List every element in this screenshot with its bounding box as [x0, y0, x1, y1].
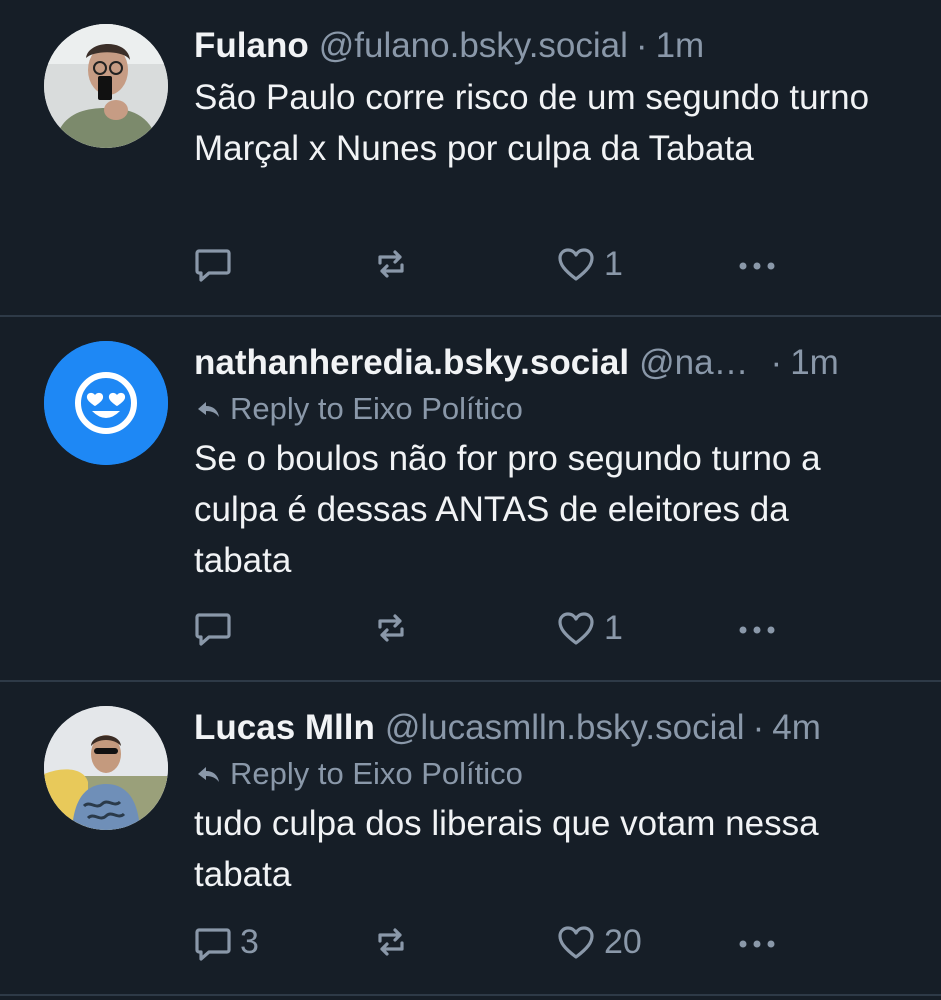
post-actions: 1: [194, 245, 794, 289]
user-photo-icon: [44, 24, 168, 148]
like-count: 1: [604, 245, 623, 283]
reply-to-label[interactable]: Reply to Eixo Político: [230, 389, 523, 429]
reply-button[interactable]: [194, 245, 240, 283]
like-count: 20: [604, 923, 642, 961]
more-options-button[interactable]: [737, 245, 777, 283]
author-name[interactable]: nathanheredia.bsky.social: [194, 341, 629, 385]
reply-context[interactable]: Reply to Eixo Político: [194, 754, 911, 794]
heart-icon: [558, 925, 594, 959]
separator-dot: ·: [770, 343, 783, 382]
post-2[interactable]: nathanheredia.bsky.social @na… · 1m Repl…: [0, 317, 941, 682]
post-time[interactable]: 1m: [656, 24, 705, 68]
like-button[interactable]: 1: [556, 609, 623, 648]
author-name[interactable]: Fulano: [194, 24, 309, 68]
like-count: 1: [604, 609, 623, 647]
comment-icon: [195, 249, 231, 282]
avatar[interactable]: [44, 24, 168, 148]
author-handle[interactable]: @lucasmlln.bsky.social: [385, 706, 745, 750]
repost-button[interactable]: [372, 609, 418, 647]
reply-count: 3: [240, 923, 259, 961]
more-dots-icon: [739, 940, 775, 948]
reply-context[interactable]: Reply to Eixo Político: [194, 389, 911, 429]
heart-icon: [558, 247, 594, 281]
heart-icon: [558, 611, 594, 645]
avatar[interactable]: [44, 341, 168, 465]
more-dots-icon: [739, 262, 775, 270]
avatar[interactable]: [44, 706, 168, 830]
reply-to-label[interactable]: Reply to Eixo Político: [230, 754, 523, 794]
post-1[interactable]: Fulano @fulano.bsky.social · 1m São Paul…: [0, 0, 941, 317]
post-actions: 1: [194, 609, 794, 653]
reply-arrow-icon: [198, 402, 219, 417]
comment-icon: [195, 613, 231, 646]
separator-dot: ·: [752, 708, 765, 747]
user-photo-icon: [44, 706, 168, 830]
reply-arrow-icon: [198, 767, 219, 782]
heart-eyes-smiley-icon: [44, 341, 168, 465]
post-text: tudo culpa dos liberais que votam nessa …: [194, 804, 819, 894]
repost-button[interactable]: [372, 923, 418, 961]
comment-icon: [195, 927, 231, 961]
post-time[interactable]: 1m: [790, 341, 839, 385]
more-options-button[interactable]: [737, 609, 777, 647]
reply-button[interactable]: [194, 609, 240, 647]
reply-button[interactable]: 3: [194, 923, 259, 962]
post-text: Se o boulos não for pro segundo turno a …: [194, 439, 821, 580]
repost-icon: [378, 250, 404, 278]
like-button[interactable]: 1: [556, 245, 623, 284]
post-time[interactable]: 4m: [772, 706, 821, 750]
more-options-button[interactable]: [737, 923, 777, 961]
post-actions: 3 20: [194, 923, 794, 967]
author-name[interactable]: Lucas Mlln: [194, 706, 375, 750]
more-dots-icon: [739, 626, 775, 634]
repost-icon: [378, 928, 404, 956]
post-3[interactable]: Lucas Mlln @lucasmlln.bsky.social · 4m R…: [0, 682, 941, 996]
post-text: São Paulo corre risco de um segundo turn…: [194, 78, 870, 168]
separator-dot: ·: [635, 26, 648, 65]
author-handle[interactable]: @na…: [639, 341, 748, 385]
repost-button[interactable]: [372, 245, 418, 283]
author-handle[interactable]: @fulano.bsky.social: [319, 24, 628, 68]
like-button[interactable]: 20: [556, 923, 642, 962]
repost-icon: [378, 614, 404, 642]
